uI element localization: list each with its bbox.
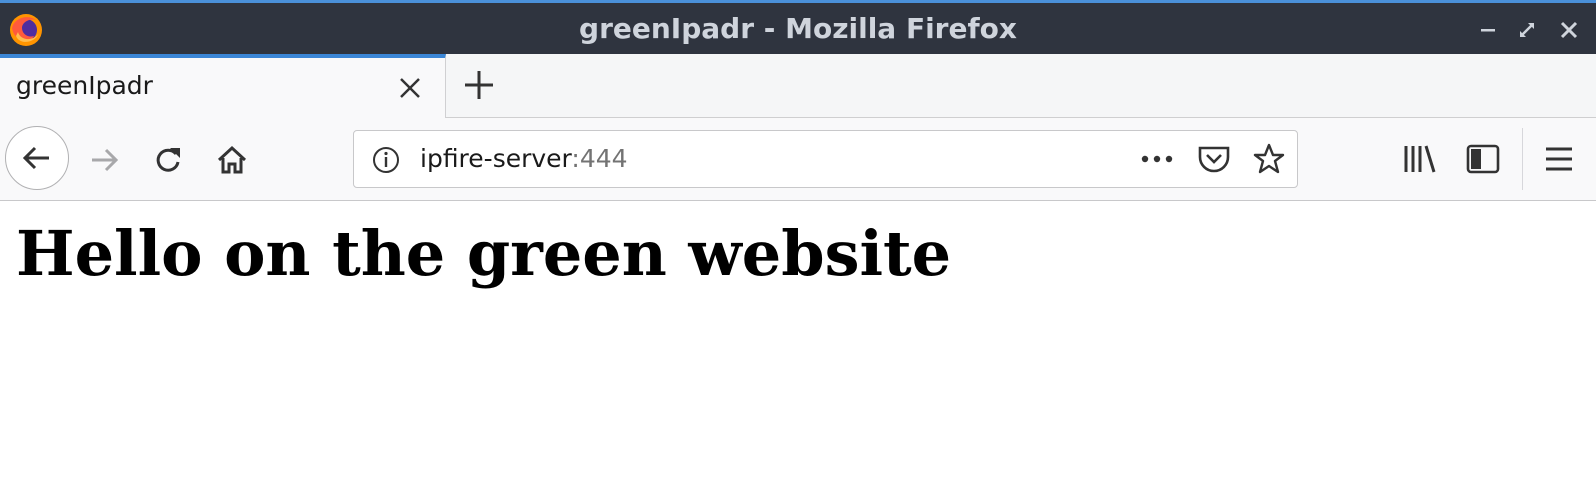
library-icon[interactable] <box>1402 142 1436 174</box>
tab-close-icon[interactable] <box>396 74 424 102</box>
reload-icon[interactable] <box>152 144 184 176</box>
navigation-toolbar: ipfire-server:444 <box>0 118 1596 201</box>
pocket-icon[interactable] <box>1197 143 1231 175</box>
home-icon[interactable] <box>216 144 248 176</box>
url-bar[interactable]: ipfire-server:444 <box>353 130 1298 188</box>
forward-icon[interactable] <box>88 144 120 176</box>
toolbar-separator <box>1522 128 1523 190</box>
tab-greenipadr[interactable]: greenIpadr <box>0 54 446 118</box>
close-icon[interactable] <box>1556 17 1582 43</box>
window-titlebar: greenIpadr - Mozilla Firefox <box>0 0 1596 54</box>
page-heading: Hello on the green website <box>16 217 952 290</box>
url-host: ipfire-server <box>420 144 572 173</box>
site-info-icon[interactable] <box>372 146 400 174</box>
tab-strip: greenIpadr <box>0 54 1596 118</box>
url-port: :444 <box>571 144 628 173</box>
page-content: Hello on the green website <box>0 201 1596 500</box>
window-title: greenIpadr - Mozilla Firefox <box>579 12 1017 45</box>
back-button[interactable] <box>5 126 69 190</box>
bookmark-star-icon[interactable] <box>1252 142 1286 176</box>
tab-label: greenIpadr <box>16 71 153 100</box>
menu-icon[interactable] <box>1544 144 1576 176</box>
url-text: ipfire-server:444 <box>420 144 628 173</box>
minimize-icon[interactable] <box>1475 17 1501 43</box>
sidebar-icon[interactable] <box>1466 143 1500 175</box>
page-actions-icon[interactable] <box>1140 151 1174 167</box>
back-icon <box>21 142 53 174</box>
maximize-icon[interactable] <box>1514 17 1540 43</box>
new-tab-icon[interactable] <box>462 68 496 102</box>
